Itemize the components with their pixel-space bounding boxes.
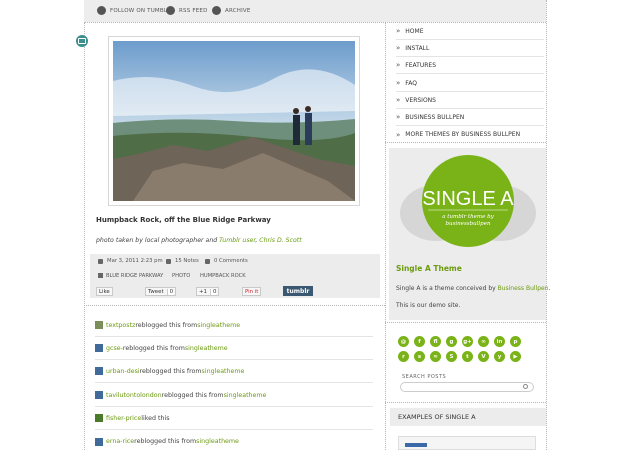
skype-icon[interactable]: S [446, 351, 457, 362]
post-notes-count[interactable]: 15 Notes [166, 258, 199, 264]
note-item: textpostz reblogged this from singleathe… [95, 314, 373, 337]
google-plus-icon[interactable]: g+ [462, 336, 473, 347]
search-input[interactable] [400, 382, 534, 392]
yahoo-icon[interactable]: y [494, 351, 505, 362]
sidebar-item-more-themes[interactable]: » MORE THEMES BY BUSINESS BULLPEN [396, 126, 544, 143]
stack-overflow-icon[interactable]: ≈ [430, 351, 441, 362]
sidebar-item-home[interactable]: » HOME [396, 23, 544, 40]
note-item: gcse- reblogged this from singleatheme [95, 337, 373, 360]
rss-feed-link[interactable]: RSS FEED [166, 6, 208, 15]
archive-icon [212, 6, 221, 15]
business-bullpen-link[interactable]: Business Bullpen [498, 285, 549, 292]
tumblr-share-button[interactable]: tumblr [283, 286, 313, 296]
note-item: erna-rice reblogged this from singleathe… [95, 430, 373, 450]
flickr-icon[interactable]: fl [430, 336, 441, 347]
avatar[interactable] [95, 321, 103, 329]
examples-heading: EXAMPLES OF SINGLE A [390, 408, 546, 426]
pinterest-button[interactable]: Pin it [242, 287, 262, 296]
chevron-right-icon: » [396, 113, 401, 121]
tumblr-icon [97, 6, 106, 15]
avatar[interactable] [95, 391, 103, 399]
tag-blue-ridge-parkway[interactable]: BLUE RIDGE PARKWAY [106, 273, 163, 279]
email-icon[interactable]: @ [398, 336, 409, 347]
sidebar-item-faq[interactable]: » FAQ [396, 75, 544, 92]
post-date[interactable]: Mar 3, 2011 2:23 pm [98, 258, 163, 264]
post-title: Humpback Rock, off the Blue Ridge Parkwa… [96, 216, 271, 224]
chevron-right-icon: » [396, 61, 401, 69]
linkedin-icon[interactable]: in [494, 336, 505, 347]
clock-icon [98, 258, 103, 264]
search-label: SEARCH POSTS [402, 374, 447, 380]
main-column-border [385, 22, 386, 450]
chevron-right-icon: » [396, 130, 401, 139]
post-photo[interactable] [108, 36, 360, 206]
promo-description: Single A is a theme conceived by Busines… [396, 285, 551, 292]
social-icons-row-1: @ f fl g g+ ∞ in p [398, 336, 521, 347]
pencil-icon [166, 258, 171, 264]
archive-link[interactable]: ARCHIVE [212, 6, 251, 15]
post-caption: photo taken by local photographer and Tu… [96, 237, 302, 244]
promo-note: This is our demo site. [396, 302, 461, 309]
sidebar-item-features[interactable]: » FEATURES [396, 57, 544, 74]
post-divider [84, 305, 385, 306]
avatar[interactable] [95, 344, 103, 352]
mountain-photo [113, 41, 355, 201]
promo-title: Single A Theme [396, 264, 462, 273]
chevron-right-icon: » [396, 79, 401, 87]
reddit-icon[interactable]: r [398, 351, 409, 362]
photo-post-type-icon [76, 35, 88, 47]
twitter-icon[interactable]: t [462, 351, 473, 362]
chevron-right-icon: » [396, 44, 401, 52]
left-column-border [84, 22, 85, 450]
note-item: urban-desi reblogged this from singleath… [95, 360, 373, 383]
tag-photo[interactable]: PHOTO [172, 273, 190, 279]
logo-subtitle-2: businessbullpen [446, 221, 491, 227]
sidebar-search-divider [385, 402, 546, 403]
avatar[interactable] [95, 437, 103, 446]
note-item: tavilutontolondon reblogged this from si… [95, 384, 373, 407]
avatar[interactable] [95, 414, 103, 422]
chevron-right-icon: » [396, 96, 401, 104]
photographer-link[interactable]: Chris D. Scott [259, 237, 301, 244]
tweet-button[interactable]: Tweet 0 [145, 287, 176, 296]
google-plus-button[interactable]: +1 0 [196, 287, 220, 296]
post-comments-count[interactable]: 0 Comments [205, 258, 248, 264]
right-column-border [546, 0, 547, 450]
single-a-logo[interactable]: SINGLE A a tumblr theme by businessbullp… [398, 153, 538, 253]
youtube-icon[interactable]: ▶ [510, 351, 521, 362]
tag-icon [98, 273, 103, 278]
lastfm-icon[interactable]: ∞ [478, 336, 489, 347]
pinterest-icon[interactable]: p [510, 336, 521, 347]
comment-icon [205, 258, 210, 264]
tumblr-user-link[interactable]: Tumblr user [219, 237, 255, 244]
logo-subtitle-1: a tumblr theme by [442, 214, 494, 220]
rss-icon [166, 6, 175, 15]
avatar[interactable] [95, 367, 103, 375]
facebook-like-button[interactable]: Like [96, 287, 113, 296]
sidebar-item-business-bullpen[interactable]: » BUSINESS BULLPEN [396, 109, 544, 126]
example-thumbnail[interactable] [398, 436, 536, 450]
search-icon[interactable] [523, 384, 528, 389]
sidebar-item-versions[interactable]: » VERSIONS [396, 92, 544, 109]
follow-on-tumblr-link[interactable]: FOLLOW ON TUMBLR [97, 6, 171, 15]
github-icon[interactable]: g [446, 336, 457, 347]
chevron-right-icon: » [396, 27, 401, 35]
sidebar-item-install[interactable]: » INSTALL [396, 40, 544, 57]
facebook-icon[interactable]: f [414, 336, 425, 347]
sidebar-promo-divider [385, 322, 546, 323]
social-icons-row-2: r s ≈ S t V y ▶ [398, 351, 521, 362]
soundcloud-icon[interactable]: s [414, 351, 425, 362]
vimeo-icon[interactable]: V [478, 351, 489, 362]
tag-humpback-rock[interactable]: HUMPBACK ROCK [200, 273, 246, 279]
note-item: fisher-price liked this [95, 407, 373, 430]
logo-title: SINGLE A [422, 188, 514, 210]
